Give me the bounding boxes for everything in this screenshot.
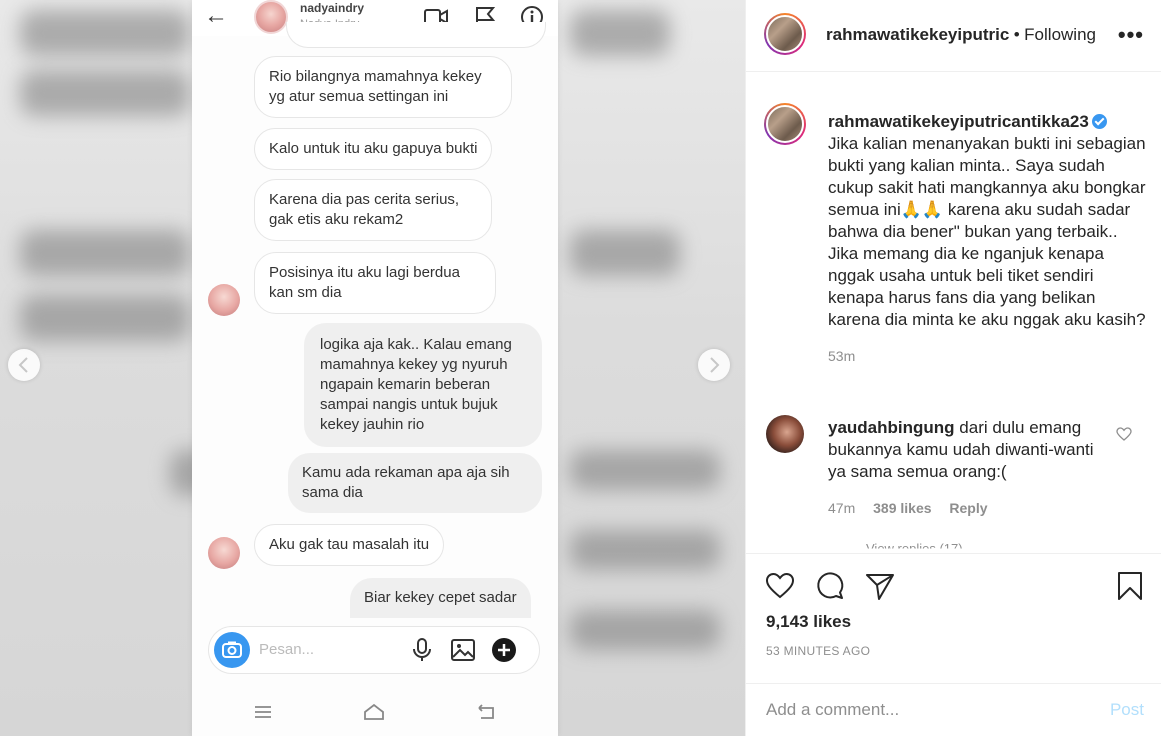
home-icon <box>364 703 384 720</box>
blurred-background <box>570 10 670 56</box>
message-bubble-incoming: Aku gak tau masalah itu <box>254 524 445 566</box>
post-timestamp: 53 MINUTES AGO <box>766 644 871 658</box>
caption-avatar[interactable] <box>764 103 806 145</box>
replies-line <box>828 549 854 550</box>
blurred-background <box>20 295 190 341</box>
message-composer: Pesan... <box>208 626 540 674</box>
commenter-username[interactable]: yaudahbingung <box>828 418 955 437</box>
following-button[interactable]: Following <box>1024 25 1096 44</box>
add-comment-bar: Add a comment... Post <box>746 683 1161 736</box>
post-details-panel: rahmawatikekeyiputric • Following ••• ra… <box>745 0 1161 736</box>
like-count[interactable]: 9,143 likes <box>766 612 851 632</box>
camera-icon <box>222 641 242 658</box>
more-options-icon[interactable]: ••• <box>1118 22 1144 48</box>
chat-username: nadyaindry <box>300 1 365 15</box>
menu-icon <box>255 706 271 718</box>
chat-avatar <box>208 284 240 316</box>
blurred-background <box>570 230 680 276</box>
comments-section: rahmawatikekeyiputricantikka23 Jika kali… <box>746 73 1161 553</box>
back-arrow-icon: ← <box>204 2 228 29</box>
phone-navbar <box>192 690 558 736</box>
header-separator: • <box>1013 25 1020 44</box>
post-media: ← nadyaindry Nadya Indry Rio bilangnya m… <box>0 0 745 736</box>
verified-badge-icon <box>1091 114 1107 129</box>
add-icon <box>492 638 516 662</box>
post-actions: 9,143 likes 53 MINUTES AGO <box>746 553 1161 683</box>
like-comment-heart-icon[interactable] <box>1116 427 1132 441</box>
like-heart-icon[interactable] <box>764 570 796 602</box>
commenter-avatar[interactable] <box>766 415 804 453</box>
caption-time: 53m <box>828 348 856 364</box>
author-username[interactable]: rahmawatikekeyiputric <box>826 25 1009 44</box>
chevron-left-icon <box>18 357 28 373</box>
caption-text: Jika kalian menanyakan bukti ini sebagia… <box>828 134 1146 329</box>
blurred-background <box>20 10 190 56</box>
caption-username[interactable]: rahmawatikekeyiputricantikka23 <box>828 112 1089 131</box>
chat-avatar <box>208 537 240 569</box>
post-header: rahmawatikekeyiputric • Following ••• <box>746 0 1161 72</box>
chat-screenshot: ← nadyaindry Nadya Indry Rio bilangnya m… <box>192 0 558 736</box>
blurred-background <box>570 450 720 490</box>
comment: yaudahbingung dari dulu emang bukannya k… <box>828 417 1108 519</box>
comment-input[interactable]: Add a comment... <box>766 700 899 720</box>
save-bookmark-icon[interactable] <box>1114 570 1146 602</box>
share-icon[interactable] <box>864 570 896 602</box>
message-bubble-outgoing: logika aja kak.. Kalau emang mamahnya ke… <box>304 323 542 447</box>
composer-placeholder: Pesan... <box>259 641 315 658</box>
message-bubble-incoming: Kalo untuk itu aku gapuya bukti <box>254 128 493 170</box>
camera-button <box>214 632 250 668</box>
message-bubble-incoming: Karena dia pas cerita serius, gak etis a… <box>254 179 492 241</box>
author-avatar[interactable] <box>764 13 806 55</box>
message-bubble-incoming: Rio bilangnya mamahnya kekey yg atur sem… <box>254 56 512 118</box>
caption: rahmawatikekeyiputricantikka23 Jika kali… <box>828 111 1146 367</box>
chat-avatar <box>254 0 288 34</box>
message-bubble-outgoing: Kamu ada rekaman apa aja sih sama dia <box>288 453 542 513</box>
comment-bubble-icon[interactable] <box>814 570 846 602</box>
blurred-background <box>570 610 720 650</box>
author-line: rahmawatikekeyiputric • Following <box>826 25 1096 45</box>
gallery-icon <box>451 639 475 661</box>
comment-likes[interactable]: 389 likes <box>873 500 931 516</box>
message-bubble-outgoing: Biar kekey cepet sadar <box>350 578 531 618</box>
blurred-background <box>20 230 190 276</box>
comment-meta: 47m 389 likes Reply <box>828 497 1108 519</box>
blurred-background <box>570 530 720 570</box>
back-nav-icon <box>478 704 494 719</box>
message-bubble-incoming: Posisinya itu aku lagi berdua kan sm dia <box>254 252 496 314</box>
message-bubble <box>286 22 546 48</box>
carousel-prev-button[interactable] <box>8 349 40 381</box>
view-replies-link[interactable]: View replies (17) <box>828 541 963 550</box>
post-comment-button[interactable]: Post <box>1110 700 1144 720</box>
blurred-background <box>20 70 190 116</box>
chevron-right-icon <box>710 357 720 373</box>
comment-time: 47m <box>828 500 856 516</box>
carousel-next-button[interactable] <box>698 349 730 381</box>
microphone-icon <box>413 638 431 661</box>
reply-button[interactable]: Reply <box>949 500 987 516</box>
